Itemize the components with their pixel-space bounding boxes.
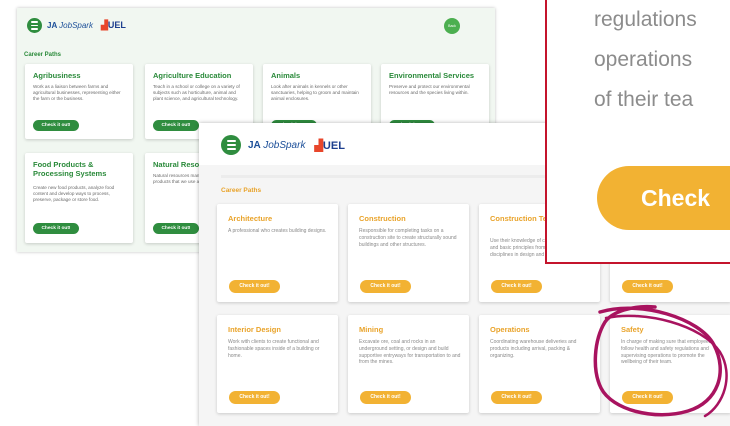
annotation-circle xyxy=(593,304,728,418)
annotation-stroke xyxy=(593,304,722,417)
